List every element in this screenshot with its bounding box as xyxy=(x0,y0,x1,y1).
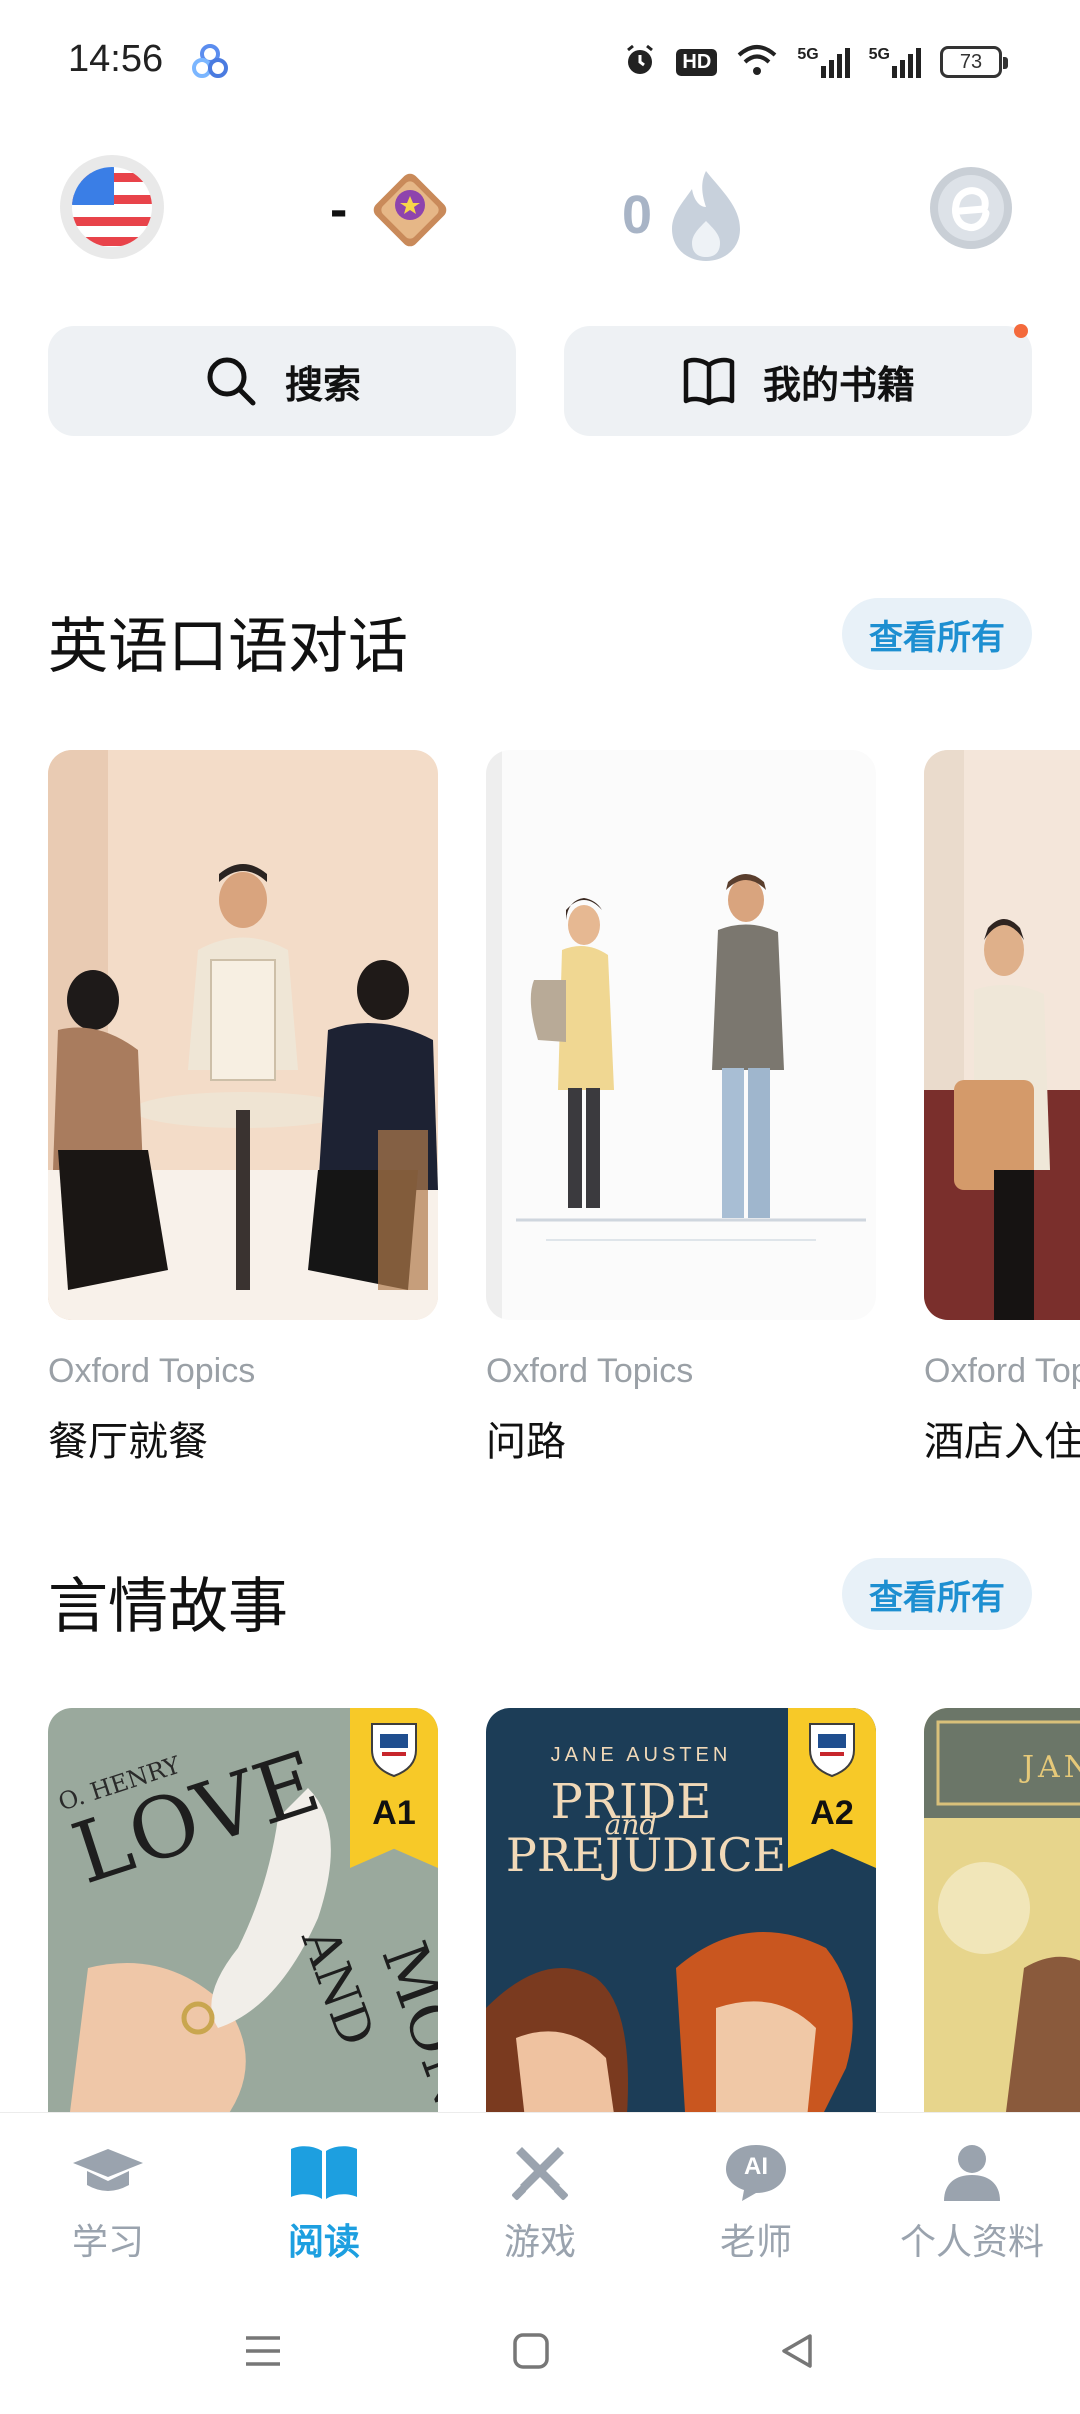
view-all-button-romance[interactable]: 查看所有 xyxy=(842,1558,1032,1630)
book-author: JANE xyxy=(1022,1750,1080,1785)
header-row: - 0 xyxy=(0,155,1080,265)
recent-apps-button[interactable] xyxy=(242,2330,284,2377)
book-author: JANE AUSTEN xyxy=(550,1744,732,1766)
view-all-button-conversation[interactable]: 查看所有 xyxy=(842,598,1032,670)
topic-cover-image xyxy=(924,750,1080,1320)
crossed-swords-icon xyxy=(512,2147,568,2200)
home-button[interactable] xyxy=(510,2330,552,2377)
status-icons: HD 5G 5G 73 xyxy=(622,42,1008,83)
menu-lines-icon xyxy=(246,2336,280,2366)
level-badge: A2 xyxy=(788,1708,876,1868)
topic-card-directions[interactable]: Oxford Topics 问路 xyxy=(486,750,876,1467)
back-triangle-icon xyxy=(782,2334,812,2368)
section-title-conversation: 英语口语对话 xyxy=(48,613,408,680)
level-label: A2 xyxy=(810,1794,854,1832)
notification-dot xyxy=(1014,324,1028,338)
square-home-icon xyxy=(513,2333,549,2369)
streak-button[interactable]: 0 xyxy=(622,167,746,263)
card-subtitle: Oxford Topics xyxy=(486,1352,694,1390)
nav-label: 个人资料 xyxy=(899,2221,1044,2262)
wifi-icon xyxy=(735,43,779,82)
ai-chat-icon: AI xyxy=(724,2143,788,2203)
nav-tab-games[interactable]: 游戏 xyxy=(450,2143,630,2265)
us-flag-icon xyxy=(72,167,152,247)
cellular-signal-icon: 5G xyxy=(797,46,850,78)
bottom-nav: 学习 阅读 游戏 AI 老师 个人资料 xyxy=(0,2112,1080,2285)
system-navigation-bar xyxy=(0,2290,1080,2414)
card-title: 酒店入住 xyxy=(924,1420,1080,1464)
hd-icon: HD xyxy=(676,48,718,76)
open-book-icon xyxy=(291,2146,357,2199)
nav-label: 阅读 xyxy=(287,2221,360,2262)
search-label: 搜索 xyxy=(284,364,361,407)
search-button[interactable]: 搜索 xyxy=(48,326,516,436)
level-label: A1 xyxy=(372,1794,416,1832)
league-medal-icon xyxy=(374,173,447,247)
book-cover-image: O. HENRY LOVE AND MONEY A1 xyxy=(48,1708,438,2128)
status-bar: 14:56 HD 5G 5G 73 xyxy=(0,0,1080,120)
book-title-line-3: PREJUDICE xyxy=(505,1828,787,1882)
topic-card-restaurant[interactable]: Oxford Topics 餐厅就餐 xyxy=(48,750,438,1467)
nav-tab-read[interactable]: 阅读 xyxy=(234,2143,414,2265)
oxford-crest-icon xyxy=(809,1723,855,1778)
topic-cover-image xyxy=(486,750,876,1320)
level-badge: A1 xyxy=(350,1708,438,1868)
my-books-button[interactable]: 我的书籍 xyxy=(564,324,1032,436)
status-time: 14:56 xyxy=(68,38,164,80)
battery-level: 73 xyxy=(959,50,983,73)
ai-badge-text: AI xyxy=(744,2153,768,2180)
signal-label: 5G xyxy=(868,46,890,63)
my-books-label: 我的书籍 xyxy=(762,364,915,407)
coin-icon xyxy=(930,167,1012,249)
graduation-cap-icon xyxy=(73,2149,143,2191)
nav-tab-teacher[interactable]: AI 老师 xyxy=(666,2143,846,2265)
oxford-crest-icon xyxy=(371,1723,417,1778)
league-button[interactable]: - xyxy=(330,165,455,255)
topic-cover-image xyxy=(48,750,438,1320)
person-icon xyxy=(944,2145,1000,2201)
nav-label: 游戏 xyxy=(503,2221,576,2262)
book-card-love-and-money[interactable]: O. HENRY LOVE AND MONEY A1 xyxy=(48,1708,438,2128)
back-button[interactable] xyxy=(776,2330,818,2377)
coin-balance-button[interactable] xyxy=(926,163,1016,258)
signal-label: 5G xyxy=(797,46,819,63)
section-title-romance: 言情故事 xyxy=(48,1573,288,1640)
card-subtitle: Oxford Topics xyxy=(924,1352,1080,1390)
streak-count: 0 xyxy=(622,185,653,245)
open-book-outline-icon xyxy=(683,357,735,406)
book-card-pride-and-prejudice[interactable]: JANE AUSTEN PRIDE and PREJUDICE A2 xyxy=(486,1708,876,2128)
nav-tab-learn[interactable]: 学习 xyxy=(18,2143,198,2265)
book-cover-image: JANE xyxy=(924,1708,1080,2128)
search-icon xyxy=(207,357,256,406)
nav-label: 老师 xyxy=(719,2221,792,2262)
book-card-jane[interactable]: JANE xyxy=(924,1708,1080,2128)
flame-icon xyxy=(672,171,741,261)
cellular-signal-icon-2: 5G xyxy=(869,46,922,78)
topic-card-hotel[interactable]: Oxford Topics 酒店入住 xyxy=(924,750,1080,1467)
battery-icon: 73 xyxy=(940,46,1008,78)
card-subtitle: Oxford Topics xyxy=(48,1352,256,1390)
card-title: 餐厅就餐 xyxy=(48,1420,208,1464)
league-rank: - xyxy=(330,181,348,239)
book-cover-image: JANE AUSTEN PRIDE and PREJUDICE A2 xyxy=(486,1708,876,2128)
card-title: 问路 xyxy=(486,1420,566,1464)
language-flag-button[interactable] xyxy=(60,155,164,259)
nav-label: 学习 xyxy=(71,2221,144,2262)
nav-tab-profile[interactable]: 个人资料 xyxy=(882,2143,1062,2265)
alarm-icon xyxy=(622,42,658,83)
app-notification-icon xyxy=(190,42,230,87)
